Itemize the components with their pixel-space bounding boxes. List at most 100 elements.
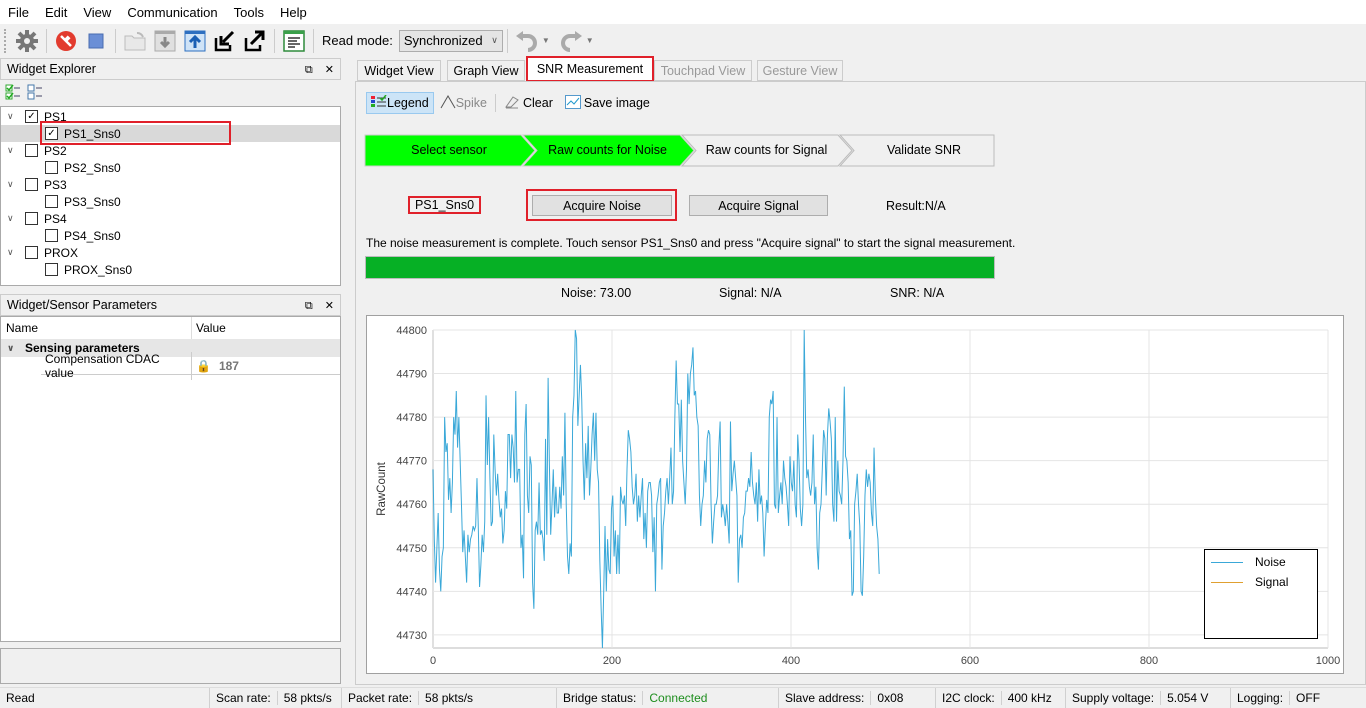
- tab-graph-view[interactable]: Graph View: [447, 60, 525, 81]
- legend-item-noise[interactable]: Noise: [1205, 552, 1317, 572]
- signal-value: Signal: N/A: [719, 286, 782, 300]
- read-mode-select[interactable]: Synchronized ∨: [398, 29, 503, 52]
- checkbox-ps4[interactable]: [25, 212, 38, 225]
- legend-button[interactable]: Legend: [366, 92, 434, 114]
- acquire-signal-button[interactable]: Acquire Signal: [689, 195, 828, 216]
- open-folder-icon[interactable]: [120, 27, 150, 55]
- chevron-down-icon[interactable]: ∨: [7, 145, 19, 156]
- menu-file[interactable]: File: [0, 5, 37, 20]
- stop-icon[interactable]: [81, 27, 111, 55]
- lock-icon: 🔒: [196, 358, 211, 373]
- disconnect-icon[interactable]: [51, 27, 81, 55]
- redo-icon[interactable]: [556, 27, 586, 55]
- y-tick-label: 44770: [396, 456, 427, 468]
- close-icon[interactable]: ✕: [325, 300, 334, 312]
- tab-snr-measurement[interactable]: SNR Measurement: [526, 56, 654, 82]
- log-icon[interactable]: [279, 27, 309, 55]
- y-tick-label: 44760: [396, 499, 427, 511]
- widget-explorer-title-bar: Widget Explorer ⧉ ✕: [0, 58, 341, 80]
- tree-item-ps2-sns0[interactable]: PS2_Sns0: [1, 159, 340, 176]
- chevron-down-icon[interactable]: ∨: [7, 179, 19, 190]
- status-read: Read: [0, 688, 210, 708]
- column-header-value[interactable]: Value: [192, 321, 226, 335]
- clear-button[interactable]: Clear: [504, 95, 553, 112]
- y-tick-label: 44780: [396, 412, 427, 424]
- import-icon[interactable]: [210, 27, 240, 55]
- sensor-name: PS1_Sns0: [408, 196, 481, 214]
- toolbar-separator: [46, 28, 47, 53]
- tree-item-ps3[interactable]: ∨ PS3: [1, 176, 340, 193]
- chevron-down-icon[interactable]: ∨: [7, 213, 19, 224]
- y-tick-label: 44740: [396, 586, 427, 598]
- x-tick-label: 400: [782, 655, 800, 667]
- spike-button[interactable]: Spike: [440, 94, 487, 112]
- parameters-grid: Name Value ∨ Sensing parameters Compensa…: [0, 316, 341, 642]
- legend-swatch-noise: [1211, 561, 1243, 563]
- tab-widget-view[interactable]: Widget View: [357, 60, 441, 81]
- float-icon[interactable]: ⧉: [305, 64, 313, 76]
- toolbar-grip[interactable]: [4, 28, 8, 53]
- column-header-name[interactable]: Name: [1, 317, 192, 339]
- redo-dropdown-icon[interactable]: ▼: [586, 36, 594, 45]
- toolbar-separator: [115, 28, 116, 53]
- toolbar-separator: [495, 94, 496, 112]
- upload-icon[interactable]: [180, 27, 210, 55]
- snr-value: SNR: N/A: [890, 286, 945, 300]
- chart-legend[interactable]: Noise Signal: [1204, 549, 1318, 639]
- toolbar-separator: [506, 28, 508, 53]
- tab-gesture-view[interactable]: Gesture View: [757, 60, 843, 81]
- checkbox-prox-sns0[interactable]: [45, 263, 58, 276]
- x-tick-label: 800: [1140, 655, 1158, 667]
- legend-item-signal[interactable]: Signal: [1205, 572, 1317, 592]
- noise-chart[interactable]: 44730 44740 44750 44760 44770 44780 44790 44800…: [367, 316, 1343, 673]
- checkbox-ps1[interactable]: ✓: [25, 110, 38, 123]
- menu-communication[interactable]: Communication: [119, 5, 225, 20]
- checkbox-ps3-sns0[interactable]: [45, 195, 58, 208]
- acquire-noise-button[interactable]: Acquire Noise: [532, 195, 672, 216]
- menu-tools[interactable]: Tools: [226, 5, 272, 20]
- tree-item-ps4[interactable]: ∨ PS4: [1, 210, 340, 227]
- tree-item-ps4-sns0[interactable]: PS4_Sns0: [1, 227, 340, 244]
- progress-fill: [366, 257, 994, 278]
- gear-icon[interactable]: [12, 27, 42, 55]
- snr-toolbar: Legend Spike Clear Save image: [366, 92, 650, 114]
- checkbox-ps3[interactable]: [25, 178, 38, 191]
- tree-item-prox-sns0[interactable]: PROX_Sns0: [1, 261, 340, 278]
- chevron-down-icon[interactable]: ∨: [7, 343, 19, 354]
- float-icon[interactable]: ⧉: [305, 300, 313, 312]
- status-supply-voltage: Supply voltage: 5.054 V: [1066, 688, 1231, 708]
- main-toolbar: Read mode: Synchronized ∨ ▼ ▼: [0, 24, 1366, 57]
- checkbox-ps2-sns0[interactable]: [45, 161, 58, 174]
- checkbox-prox[interactable]: [25, 246, 38, 259]
- export-icon[interactable]: [240, 27, 270, 55]
- chevron-down-icon[interactable]: ∨: [7, 247, 19, 258]
- chevron-down-icon: ∨: [491, 35, 498, 45]
- parameters-title-bar: Widget/Sensor Parameters ⧉ ✕: [0, 294, 341, 316]
- tree-item-ps3-sns0[interactable]: PS3_Sns0: [1, 193, 340, 210]
- check-all-icon[interactable]: [5, 84, 21, 103]
- close-icon[interactable]: ✕: [325, 64, 334, 76]
- uncheck-all-icon[interactable]: [27, 84, 43, 103]
- undo-dropdown-icon[interactable]: ▼: [542, 36, 550, 45]
- checkbox-ps4-sns0[interactable]: [45, 229, 58, 242]
- undo-icon[interactable]: [512, 27, 542, 55]
- toolbar-separator: [313, 28, 314, 53]
- step-select-sensor: Select sensor: [411, 143, 487, 157]
- y-tick-label: 44750: [396, 543, 427, 555]
- output-panel: [0, 648, 341, 684]
- save-image-button[interactable]: Save image: [564, 94, 650, 112]
- tab-touchpad-view[interactable]: Touchpad View: [654, 60, 752, 81]
- widget-explorer-panel: Widget Explorer ⧉ ✕ ∨ ✓ PS1 ✓ PS1_Sns0 ∨ PS2 …: [0, 58, 341, 286]
- legend-swatch-signal: [1211, 581, 1243, 583]
- checkbox-ps2[interactable]: [25, 144, 38, 157]
- parameters-panel: Widget/Sensor Parameters ⧉ ✕ Name Value ∨…: [0, 294, 341, 642]
- chevron-down-icon[interactable]: ∨: [7, 111, 19, 122]
- menu-bar: File Edit View Communication Tools Help: [0, 0, 1366, 24]
- download-icon[interactable]: [150, 27, 180, 55]
- menu-help[interactable]: Help: [272, 5, 315, 20]
- menu-edit[interactable]: Edit: [37, 5, 75, 20]
- menu-view[interactable]: View: [75, 5, 119, 20]
- tree-item-prox[interactable]: ∨ PROX: [1, 244, 340, 261]
- step-raw-counts-signal: Raw counts for Signal: [705, 143, 828, 157]
- param-row[interactable]: Compensation CDAC value 🔒 187: [41, 351, 340, 380]
